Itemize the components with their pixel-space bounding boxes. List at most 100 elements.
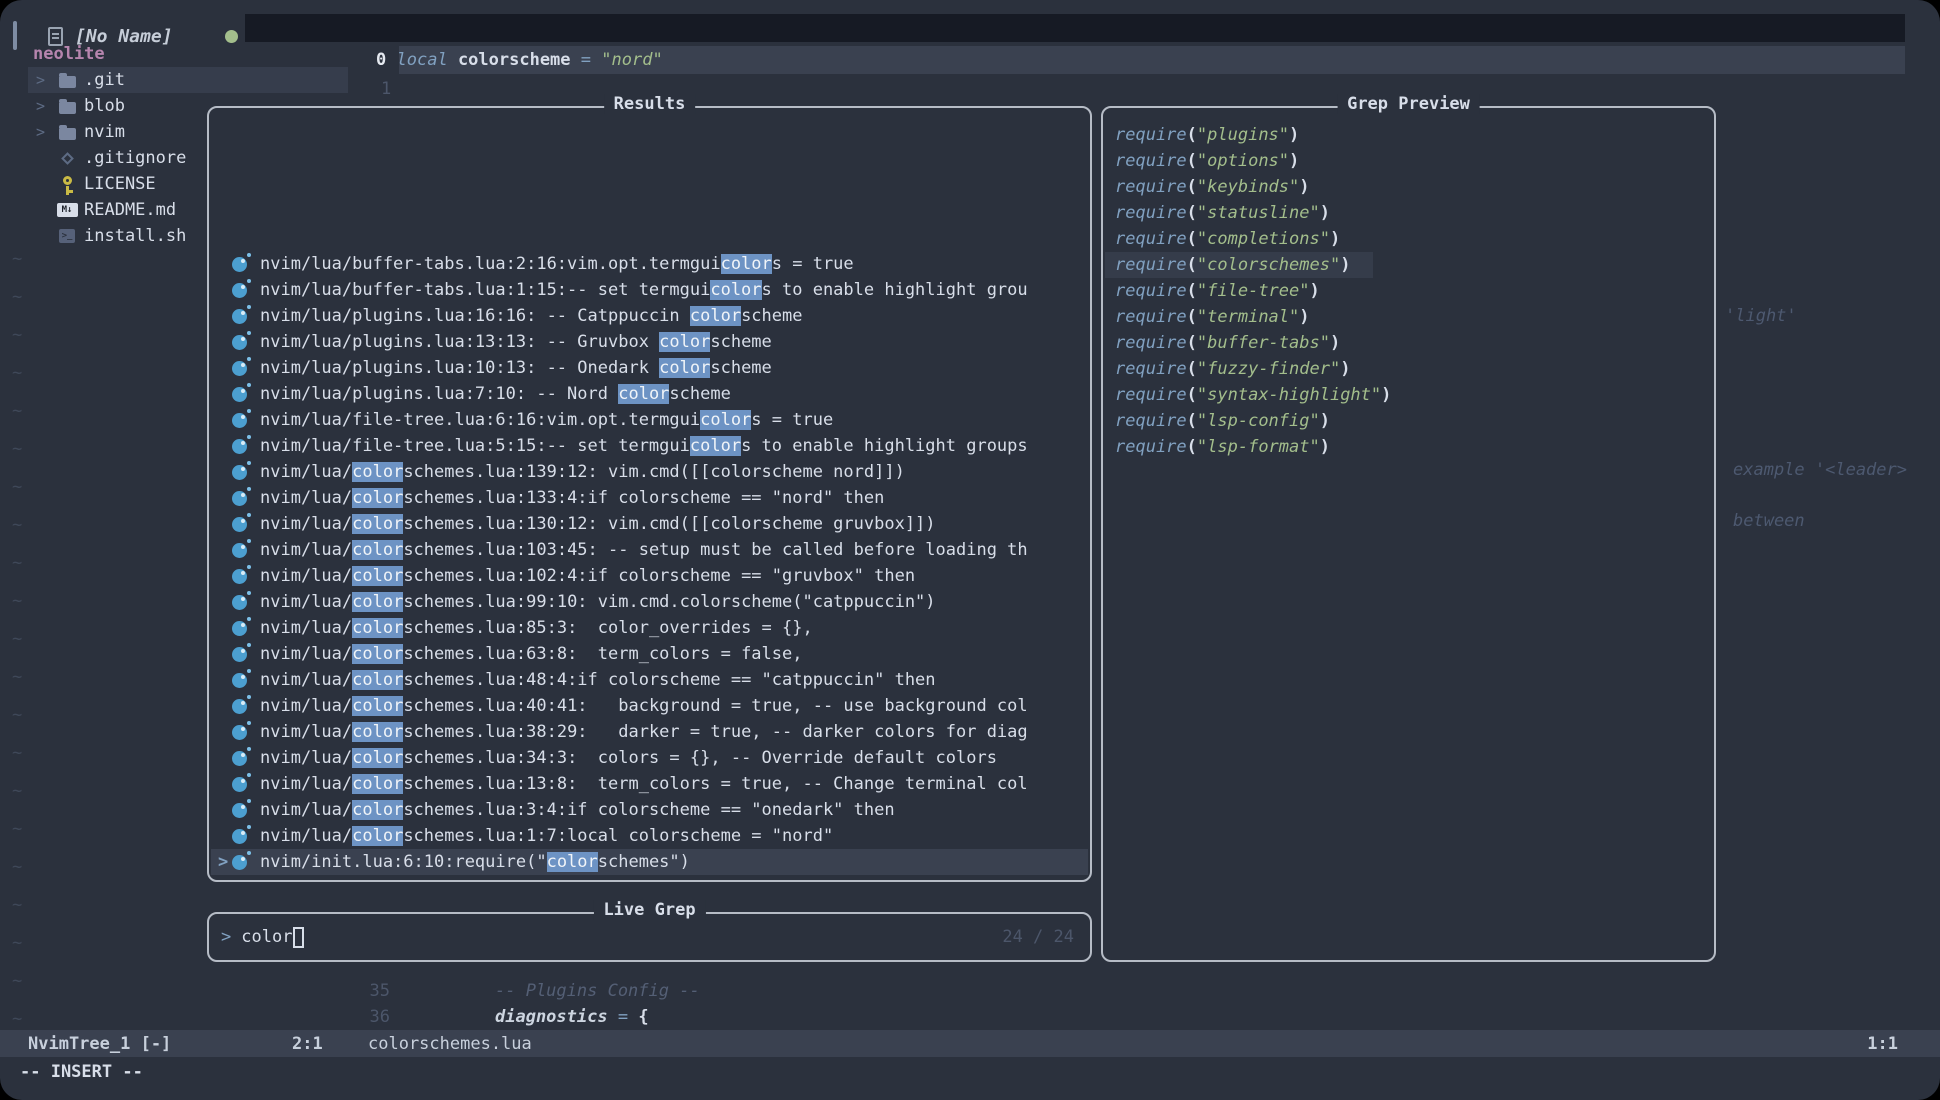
result-text: nvim/lua/colorschemes.lua:40:41: backgro… [260,696,1028,716]
file-name-label: .git [84,70,125,90]
terminal-icon: >_ [59,229,75,243]
result-row[interactable]: nvim/lua/colorschemes.lua:130:12: vim.cm… [211,511,1088,537]
empty-line-tilde: ~ [12,743,22,769]
result-row[interactable]: nvim/lua/file-tree.lua:6:16:vim.opt.term… [211,407,1088,433]
chevron-right-icon[interactable]: > [36,97,45,115]
result-text: nvim/lua/colorschemes.lua:139:12: vim.cm… [260,462,905,482]
match-highlight: color [352,488,403,508]
result-row[interactable]: nvim/lua/plugins.lua:7:10: -- Nord color… [211,381,1088,407]
live-grep-input[interactable]: > color [221,914,1078,960]
empty-line-tilde: ~ [12,933,22,959]
result-row[interactable]: nvim/lua/colorschemes.lua:63:8: term_col… [211,641,1088,667]
preview-line: require("fuzzy-finder") [1105,356,1350,382]
result-row[interactable]: nvim/lua/colorschemes.lua:102:4:if color… [211,563,1088,589]
preview-line: require("file-tree") [1105,278,1320,304]
result-row[interactable]: nvim/lua/colorschemes.lua:85:3: color_ov… [211,615,1088,641]
mode-indicator: -- INSERT -- [20,1059,143,1085]
code-text: diagnostics = { [495,1007,649,1027]
require-keyword: require [1115,229,1187,249]
lua-file-icon [232,855,247,870]
match-highlight: color [547,852,598,872]
match-highlight: color [352,540,403,560]
require-keyword: require [1115,359,1187,379]
result-row[interactable]: nvim/lua/file-tree.lua:5:15:-- set termg… [211,433,1088,459]
result-row[interactable]: nvim/lua/colorschemes.lua:1:7:local colo… [211,823,1088,849]
empty-line-tilde: ~ [12,857,22,883]
preview-line: require("colorschemes") [1105,252,1373,278]
preview-line: require("completions") [1105,226,1340,252]
lua-file-icon [232,647,247,662]
match-highlight: color [659,332,710,352]
keyword-local: local [397,50,448,70]
tabline-bar [245,14,1905,42]
preview-line: require("lsp-format") [1105,434,1330,460]
lua-file-icon [232,595,247,610]
result-row[interactable]: nvim/lua/plugins.lua:16:16: -- Catppucci… [211,303,1088,329]
empty-line-tilde: ~ [12,363,22,389]
chevron-right-icon[interactable]: > [36,71,45,89]
module-string: "completions" [1197,229,1330,249]
result-row[interactable]: nvim/lua/colorschemes.lua:48:4:if colors… [211,667,1088,693]
module-string: "keybinds" [1197,177,1299,197]
result-row[interactable]: nvim/lua/colorschemes.lua:34:3: colors =… [211,745,1088,771]
lua-file-icon [232,413,247,428]
result-text: nvim/lua/colorschemes.lua:48:4:if colors… [260,670,936,690]
results-panel[interactable]: Results nvim/lua/buffer-tabs.lua:2:16:vi… [207,106,1092,882]
result-text: nvim/lua/colorschemes.lua:130:12: vim.cm… [260,514,936,534]
require-keyword: require [1115,255,1187,275]
lua-file-icon [232,517,247,532]
result-row[interactable]: >nvim/init.lua:6:10:require("colorscheme… [211,849,1088,875]
result-row[interactable]: nvim/lua/colorschemes.lua:99:10: vim.cmd… [211,589,1088,615]
require-keyword: require [1115,437,1187,457]
match-highlight: color [659,358,710,378]
match-highlight: color [721,254,772,274]
result-row[interactable]: nvim/lua/plugins.lua:10:13: -- Onedark c… [211,355,1088,381]
lua-file-icon [232,283,247,298]
lua-file-icon [232,465,247,480]
match-highlight: color [352,722,403,742]
empty-line-tilde: ~ [12,325,22,351]
module-string: "lsp-config" [1197,411,1320,431]
result-row[interactable]: nvim/lua/colorschemes.lua:133:4:if color… [211,485,1088,511]
result-text: nvim/lua/file-tree.lua:6:16:vim.opt.term… [260,410,833,430]
background-text-between: between [1733,508,1805,534]
result-row[interactable]: nvim/lua/plugins.lua:13:13: -- Gruvbox c… [211,329,1088,355]
file-name-label: README.md [84,200,176,220]
result-text: nvim/lua/buffer-tabs.lua:1:15:-- set ter… [260,280,1028,300]
result-row[interactable]: nvim/lua/colorschemes.lua:3:4:if colorsc… [211,797,1088,823]
chevron-right-icon[interactable]: > [36,123,45,141]
module-string: "fuzzy-finder" [1197,359,1340,379]
result-row[interactable]: nvim/lua/buffer-tabs.lua:2:16:vim.opt.te… [211,251,1088,277]
lua-file-icon [232,621,247,636]
require-keyword: require [1115,281,1187,301]
result-text: nvim/lua/colorschemes.lua:102:4:if color… [260,566,915,586]
result-row[interactable]: nvim/lua/colorschemes.lua:40:41: backgro… [211,693,1088,719]
result-text: nvim/lua/colorschemes.lua:38:29: darker … [260,722,1028,742]
preview-line: require("plugins") [1105,122,1299,148]
result-row[interactable]: nvim/lua/colorschemes.lua:139:12: vim.cm… [211,459,1088,485]
empty-line-tilde: ~ [12,895,22,921]
match-highlight: color [352,514,403,534]
match-highlight: color [352,618,403,638]
require-keyword: require [1115,385,1187,405]
lua-file-icon [232,387,247,402]
line-number: 1 [381,79,391,99]
result-text: nvim/lua/colorschemes.lua:13:8: term_col… [260,774,1028,794]
result-row[interactable]: nvim/lua/colorschemes.lua:13:8: term_col… [211,771,1088,797]
live-grep-panel[interactable]: Live Grep > color 24 / 24 [207,912,1092,962]
result-row[interactable]: nvim/lua/colorschemes.lua:38:29: darker … [211,719,1088,745]
match-highlight: color [352,462,403,482]
result-text: nvim/lua/colorschemes.lua:63:8: term_col… [260,644,802,664]
empty-line-tilde: ~ [12,401,22,427]
grep-preview-panel[interactable]: Grep Preview require("plugins")require("… [1101,106,1716,962]
match-highlight: color [352,592,403,612]
sidebar-item--git[interactable]: > .git [28,67,348,93]
match-highlight: color [690,306,741,326]
require-keyword: require [1115,333,1187,353]
empty-line-tilde: ~ [12,819,22,845]
lua-file-icon [232,439,247,454]
result-row[interactable]: nvim/lua/colorschemes.lua:103:45: -- set… [211,537,1088,563]
license-key-icon [63,176,72,185]
empty-line-tilde: ~ [12,591,22,617]
result-row[interactable]: nvim/lua/buffer-tabs.lua:1:15:-- set ter… [211,277,1088,303]
